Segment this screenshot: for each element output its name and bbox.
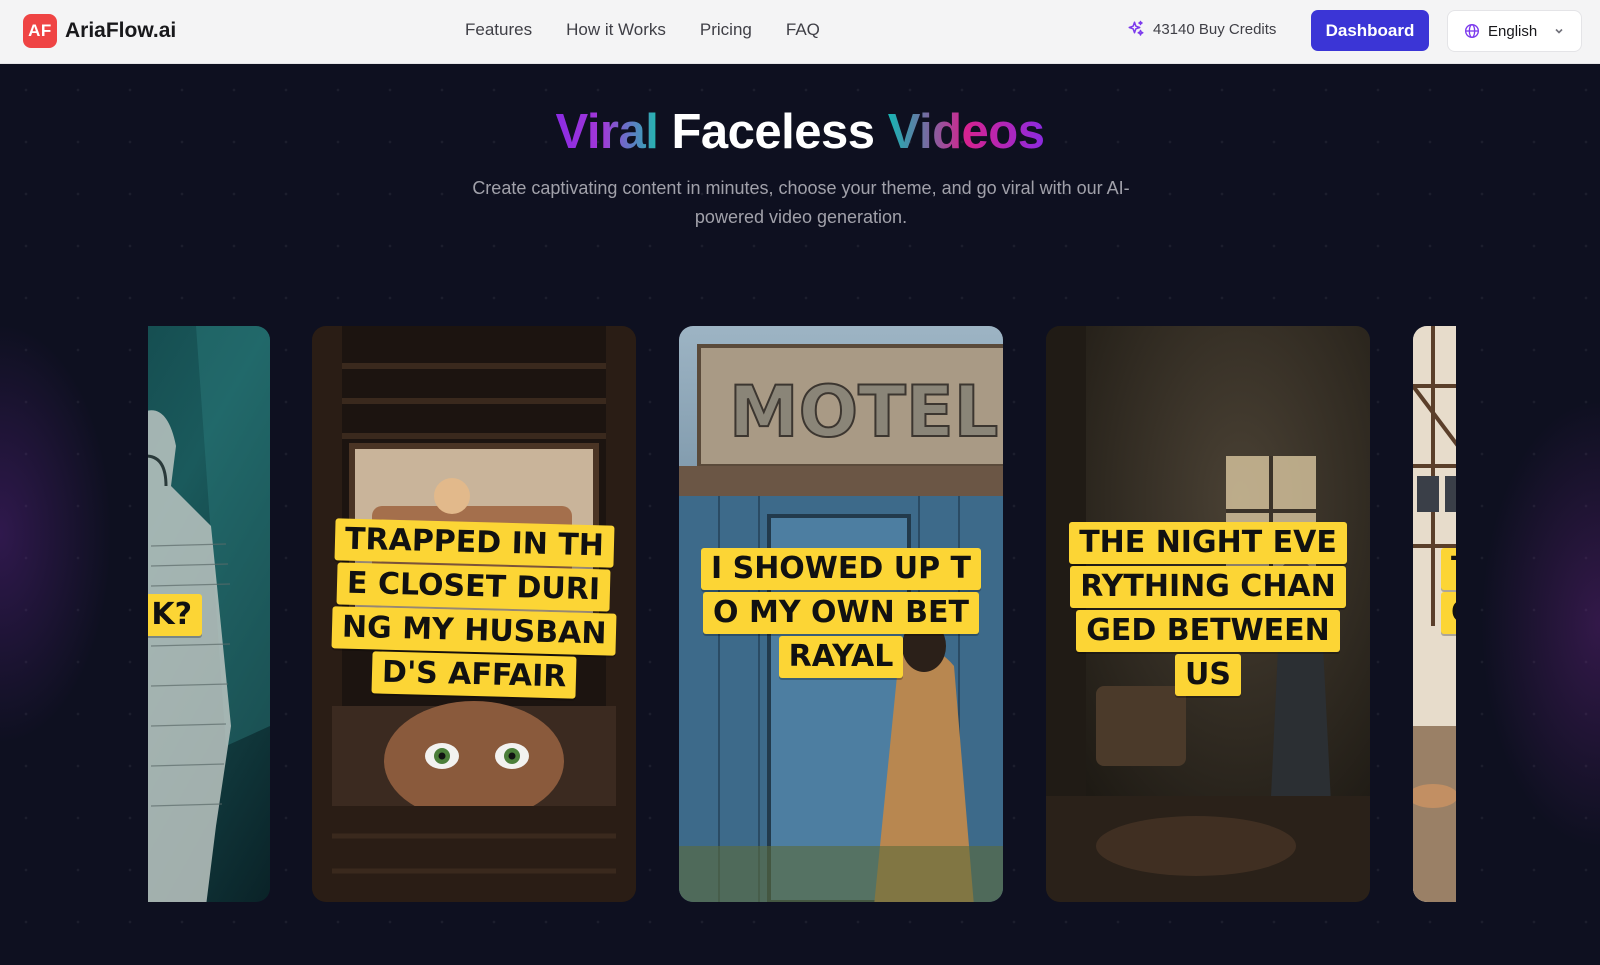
- svg-text:MOTEL: MOTEL: [729, 371, 998, 453]
- language-label: English: [1488, 22, 1538, 40]
- credits-label: 43140 Buy Credits: [1153, 20, 1277, 38]
- nav-link-pricing[interactable]: Pricing: [700, 20, 752, 40]
- caption-line: RAYAL: [778, 636, 904, 678]
- language-selector[interactable]: English: [1447, 10, 1582, 52]
- video-caption: THE NIGHT EVE RYTHING CHAN GED BETWEEN U…: [1046, 522, 1370, 696]
- hero-title-faceless: Faceless: [671, 105, 876, 159]
- caption-line: D'S AFFAIR: [371, 651, 577, 699]
- brand-name: AriaFlow.ai: [65, 19, 177, 42]
- caption-line: O MY OWN BET: [703, 592, 979, 634]
- nav-link-faq[interactable]: FAQ: [786, 20, 820, 40]
- globe-icon: [1465, 24, 1479, 38]
- video-card-3[interactable]: MOTEL I SHOWED UP T O MY OWN BET RAYAL: [679, 326, 1003, 902]
- caption-line: THE NIGHT EVE: [1069, 522, 1347, 564]
- caption-line: NG MY HUSBAN: [331, 606, 617, 656]
- buy-credits-link[interactable]: 43140 Buy Credits: [1127, 20, 1276, 38]
- video-caption: K?: [148, 594, 270, 636]
- hero-title-videos: Videos: [887, 105, 1045, 159]
- chevron-down-icon: [1555, 28, 1563, 34]
- video-card-2[interactable]: TRAPPED IN TH E CLOSET DURI NG MY HUSBAN…: [312, 326, 636, 902]
- brand-logo-link[interactable]: AF AriaFlow.ai: [23, 14, 176, 48]
- caption-line: C: [1441, 592, 1456, 634]
- video-caption: T C: [1413, 548, 1456, 634]
- caption-line: TRAPPED IN TH: [334, 518, 614, 568]
- nav-link-how-it-works[interactable]: How it Works: [566, 20, 666, 40]
- main-nav: Features How it Works Pricing FAQ: [465, 20, 820, 40]
- video-caption: I SHOWED UP T O MY OWN BET RAYAL: [679, 548, 1003, 678]
- video-carousel: K? TRAPPED IN TH E CLOSET DURI NG MY HUS…: [148, 326, 1456, 902]
- video-card-4[interactable]: THE NIGHT EVE RYTHING CHAN GED BETWEEN U…: [1046, 326, 1370, 902]
- top-navbar: AF AriaFlow.ai Features How it Works Pri…: [0, 0, 1600, 64]
- dashboard-button[interactable]: Dashboard: [1311, 10, 1429, 51]
- caption-line: RYTHING CHAN: [1070, 566, 1346, 608]
- caption-line: I SHOWED UP T: [700, 548, 981, 590]
- nav-link-features[interactable]: Features: [465, 20, 532, 40]
- video-card-5[interactable]: T C: [1413, 326, 1456, 902]
- caption-line: E CLOSET DURI: [336, 562, 612, 612]
- caption-line: GED BETWEEN: [1076, 610, 1340, 652]
- caption-line: T: [1441, 548, 1456, 590]
- video-card-1[interactable]: K?: [148, 326, 270, 902]
- hero-title: Viral Faceless Videos: [0, 104, 1600, 160]
- hero-subtitle: Create captivating content in minutes, c…: [472, 178, 1130, 227]
- logo-badge: AF: [23, 14, 57, 48]
- caption-line: US: [1175, 654, 1241, 696]
- sparkle-icon: [1128, 20, 1144, 36]
- hero-title-viral: Viral: [555, 105, 659, 159]
- video-caption: TRAPPED IN TH E CLOSET DURI NG MY HUSBAN…: [312, 518, 636, 699]
- caption-line: K?: [148, 594, 202, 636]
